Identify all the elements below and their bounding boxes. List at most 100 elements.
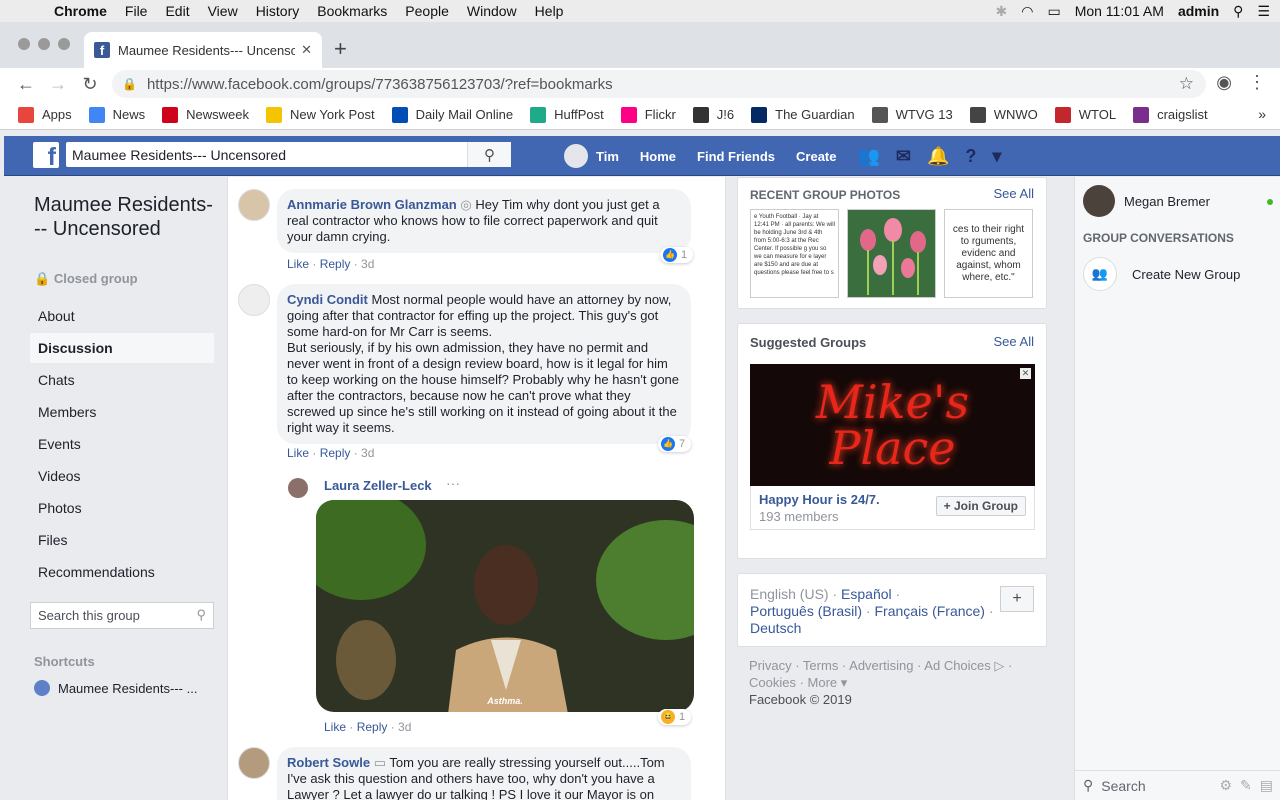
notifications-bell-icon[interactable]: 🔔 xyxy=(927,146,949,167)
user-name[interactable]: admin xyxy=(1178,3,1219,19)
comment-time[interactable]: 3d xyxy=(361,446,374,460)
battery-icon[interactable]: ▭ xyxy=(1047,3,1060,20)
bookmark-item[interactable]: HuffPost xyxy=(530,106,604,123)
bookmark-label[interactable]: The Guardian xyxy=(775,107,855,122)
reply-avatar[interactable] xyxy=(288,478,308,498)
comment-author[interactable]: Annmarie Brown Glanzman xyxy=(287,197,457,212)
facebook-logo-icon[interactable]: f xyxy=(33,142,59,168)
more-languages-button[interactable]: + xyxy=(1000,586,1034,612)
bookmark-label[interactable]: J!6 xyxy=(717,107,734,122)
help-icon[interactable]: ? xyxy=(965,146,976,167)
comment-time[interactable]: 3d xyxy=(398,720,411,734)
group-nav-discussion[interactable]: Discussion xyxy=(30,333,214,363)
dismiss-icon[interactable]: ✕ xyxy=(1020,368,1031,379)
group-title[interactable]: Maumee Residents--- Uncensored xyxy=(34,193,214,241)
bookmark-item[interactable]: New York Post xyxy=(266,106,375,123)
reply-link[interactable]: Reply xyxy=(357,720,388,734)
search-icon[interactable]: ⚲ xyxy=(467,142,511,167)
nav-find-friends[interactable]: Find Friends xyxy=(697,149,775,164)
group-search-placeholder[interactable]: Search this group xyxy=(38,608,140,623)
like-link[interactable]: Like xyxy=(287,446,309,460)
reply-link[interactable]: Reply xyxy=(320,257,351,271)
commenter-avatar[interactable] xyxy=(238,284,270,316)
menu-app-name[interactable]: Chrome xyxy=(54,3,107,19)
bookmark-label[interactable]: HuffPost xyxy=(554,107,604,122)
group-nav-about[interactable]: About xyxy=(30,301,214,331)
bookmark-item[interactable]: WNWO xyxy=(969,106,1038,123)
reload-icon[interactable]: ↻ xyxy=(74,74,106,95)
group-nav-members[interactable]: Members xyxy=(30,397,214,427)
forward-icon[interactable]: → xyxy=(42,74,74,95)
reaction-count[interactable]: 👍 7 xyxy=(658,436,692,452)
group-nav-files[interactable]: Files xyxy=(30,525,214,555)
nav-create[interactable]: Create xyxy=(796,149,836,164)
bookmark-label[interactable]: Apps xyxy=(42,107,72,122)
back-icon[interactable]: ← xyxy=(10,74,42,95)
group-search-input[interactable]: Search this group ⚲ xyxy=(30,602,214,629)
facebook-search-input[interactable]: Maumee Residents--- Uncensored ⚲ xyxy=(66,142,511,167)
bookmark-item[interactable]: WTVG 13 xyxy=(871,106,953,123)
group-nav-photos[interactable]: Photos xyxy=(30,493,214,523)
contact-name[interactable]: Megan Bremer xyxy=(1124,194,1210,209)
menu-help[interactable]: Help xyxy=(535,3,564,19)
close-window-button[interactable] xyxy=(18,38,30,50)
comment-author[interactable]: Robert Sowle xyxy=(287,755,370,770)
bluetooth-icon[interactable]: ✱ xyxy=(996,3,1008,20)
shortcut-item[interactable]: Maumee Residents--- ... xyxy=(34,680,197,696)
user-avatar[interactable] xyxy=(564,144,588,168)
profile-icon[interactable]: ◉ xyxy=(1216,72,1232,93)
menu-window[interactable]: Window xyxy=(467,3,517,19)
bookmark-item[interactable]: News xyxy=(88,106,146,123)
url-text[interactable]: https://www.facebook.com/groups/77363875… xyxy=(147,76,613,93)
see-all-photos-link[interactable]: See All xyxy=(994,186,1034,201)
bookmark-star-icon[interactable]: ☆ xyxy=(1179,74,1194,94)
lang-link-fr[interactable]: Français (France) xyxy=(875,603,985,619)
menu-people[interactable]: People xyxy=(405,3,449,19)
bookmark-item[interactable]: craigslist xyxy=(1133,106,1208,123)
group-nav-events[interactable]: Events xyxy=(30,429,214,459)
group-nav-recommendations[interactable]: Recommendations xyxy=(30,557,214,587)
chat-contact[interactable]: Megan Bremer xyxy=(1083,185,1273,217)
new-tab-icon[interactable]: + xyxy=(334,36,347,62)
bookmark-item[interactable]: WTOL xyxy=(1054,106,1116,123)
shortcut-label[interactable]: Maumee Residents--- ... xyxy=(58,681,197,696)
create-new-group-item[interactable]: 👥 Create New Group xyxy=(1083,257,1240,291)
chrome-menu-icon[interactable]: ⋮ xyxy=(1248,72,1266,93)
minimize-window-button[interactable] xyxy=(38,38,50,50)
suggested-group-image[interactable]: Mike's Place ✕ xyxy=(750,364,1035,486)
bookmark-label[interactable]: WNWO xyxy=(994,107,1038,122)
bookmark-label[interactable]: Newsweek xyxy=(186,107,249,122)
bookmark-label[interactable]: WTOL xyxy=(1079,107,1116,122)
nav-home[interactable]: Home xyxy=(640,149,676,164)
menu-bookmarks[interactable]: Bookmarks xyxy=(317,3,387,19)
bookmark-label[interactable]: News xyxy=(113,107,146,122)
lang-link-es[interactable]: Español xyxy=(841,586,892,602)
suggested-group-name[interactable]: Happy Hour is 24/7. xyxy=(759,492,880,507)
commenter-avatar[interactable] xyxy=(238,189,270,221)
chat-search-input[interactable]: ⚲ Search ⚙ ✎ ▤ xyxy=(1075,770,1280,800)
search-icon[interactable]: ⚲ xyxy=(196,607,206,623)
close-tab-icon[interactable]: ✕ xyxy=(301,42,312,58)
photo-thumbnail[interactable]: e Youth Football · Jay at 12:41 PM · all… xyxy=(750,209,839,298)
bookmark-item[interactable]: J!6 xyxy=(692,106,734,123)
more-options-icon[interactable]: ··· xyxy=(446,475,460,491)
account-dropdown-icon[interactable]: ▾ xyxy=(992,146,1001,167)
chat-search-placeholder[interactable]: Search xyxy=(1101,778,1145,794)
bookmark-label[interactable]: WTVG 13 xyxy=(896,107,953,122)
menu-view[interactable]: View xyxy=(208,3,238,19)
join-group-button[interactable]: + Join Group xyxy=(935,496,1026,516)
menu-edit[interactable]: Edit xyxy=(165,3,189,19)
create-new-group-label[interactable]: Create New Group xyxy=(1132,267,1240,282)
menu-history[interactable]: History xyxy=(256,3,300,19)
group-nav-chats[interactable]: Chats xyxy=(30,365,214,395)
reply-author[interactable]: Laura Zeller-Leck xyxy=(324,478,432,493)
profile-link[interactable]: Tim xyxy=(596,149,619,164)
search-value[interactable]: Maumee Residents--- Uncensored xyxy=(72,147,286,163)
zoom-window-button[interactable] xyxy=(58,38,70,50)
bookmark-item[interactable]: The Guardian xyxy=(751,106,855,123)
bookmark-item[interactable]: Daily Mail Online xyxy=(391,106,513,123)
lang-link-de[interactable]: Deutsch xyxy=(750,620,801,636)
photo-thumbnail[interactable]: ces to their right to rguments, evidenc … xyxy=(944,209,1033,298)
bookmark-item[interactable]: Flickr xyxy=(620,106,676,123)
bookmark-label[interactable]: Flickr xyxy=(645,107,676,122)
